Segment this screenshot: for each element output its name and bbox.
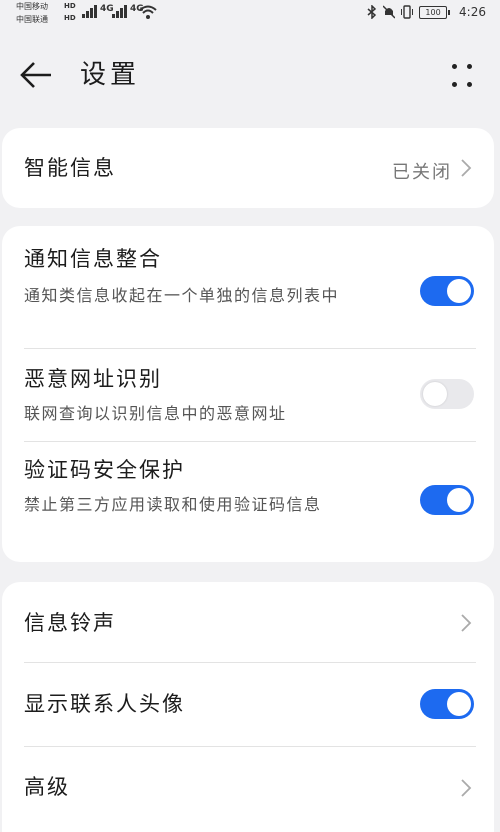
vibrate-icon	[401, 5, 414, 19]
status-right: 100 4:26	[367, 5, 486, 19]
carrier-name-1: 中国移动	[16, 2, 48, 11]
malicious-url-toggle[interactable]	[420, 379, 474, 409]
other-settings-card: 信息铃声 显示联系人头像 高级	[2, 582, 494, 832]
chevron-right-icon	[461, 779, 472, 797]
smart-message-card: 智能信息 已关闭	[2, 128, 494, 208]
carrier-name-2: 中国联通	[16, 15, 48, 24]
page-title: 设置	[80, 60, 141, 90]
smart-message-status: 已关闭	[392, 162, 452, 183]
advanced-row[interactable]: 高级	[2, 746, 494, 832]
chevron-right-icon	[461, 614, 472, 632]
message-options-card: 通知信息整合 通知类信息收起在一个单独的信息列表中 恶意网址识别 联网查询以识别…	[2, 226, 494, 562]
malicious-url-desc: 联网查询以识别信息中的恶意网址	[24, 404, 287, 423]
battery-icon: 100	[419, 5, 451, 19]
wifi-icon	[139, 5, 157, 19]
smart-message-title: 智能信息	[24, 156, 116, 180]
code-protection-desc: 禁止第三方应用读取和使用验证码信息	[24, 495, 322, 514]
smart-message-row[interactable]: 智能信息 已关闭	[2, 128, 494, 208]
malicious-url-row: 恶意网址识别 联网查询以识别信息中的恶意网址	[2, 348, 494, 441]
notification-merge-title: 通知信息整合	[24, 247, 162, 271]
app-header: 设置	[0, 48, 500, 104]
code-protection-title: 验证码安全保护	[24, 458, 185, 482]
show-avatar-toggle[interactable]	[420, 689, 474, 719]
bluetooth-icon	[367, 5, 377, 19]
mute-icon	[383, 5, 396, 19]
notification-merge-desc: 通知类信息收起在一个单独的信息列表中	[24, 286, 340, 305]
arrow-left-icon[interactable]	[18, 60, 54, 90]
chevron-right-icon	[461, 159, 472, 177]
more-vertical-icon[interactable]	[448, 60, 478, 90]
hd-badge-1: HD	[64, 2, 76, 10]
notification-merge-toggle[interactable]	[420, 276, 474, 306]
ringtone-row[interactable]: 信息铃声	[2, 582, 494, 662]
show-avatar-title: 显示联系人头像	[24, 692, 185, 716]
malicious-url-title: 恶意网址识别	[24, 367, 162, 391]
code-protection-toggle[interactable]	[420, 485, 474, 515]
notification-merge-row: 通知信息整合 通知类信息收起在一个单独的信息列表中	[2, 226, 494, 348]
status-bar: 中国移动 中国联通 HD HD 4G 4G 100 4:26	[0, 0, 500, 28]
advanced-title: 高级	[24, 775, 70, 799]
show-avatar-row: 显示联系人头像	[2, 662, 494, 746]
code-protection-row: 验证码安全保护 禁止第三方应用读取和使用验证码信息	[2, 441, 494, 562]
hd-badge-2: HD	[64, 14, 76, 22]
status-time: 4:26	[459, 5, 486, 19]
ringtone-title: 信息铃声	[24, 611, 116, 635]
